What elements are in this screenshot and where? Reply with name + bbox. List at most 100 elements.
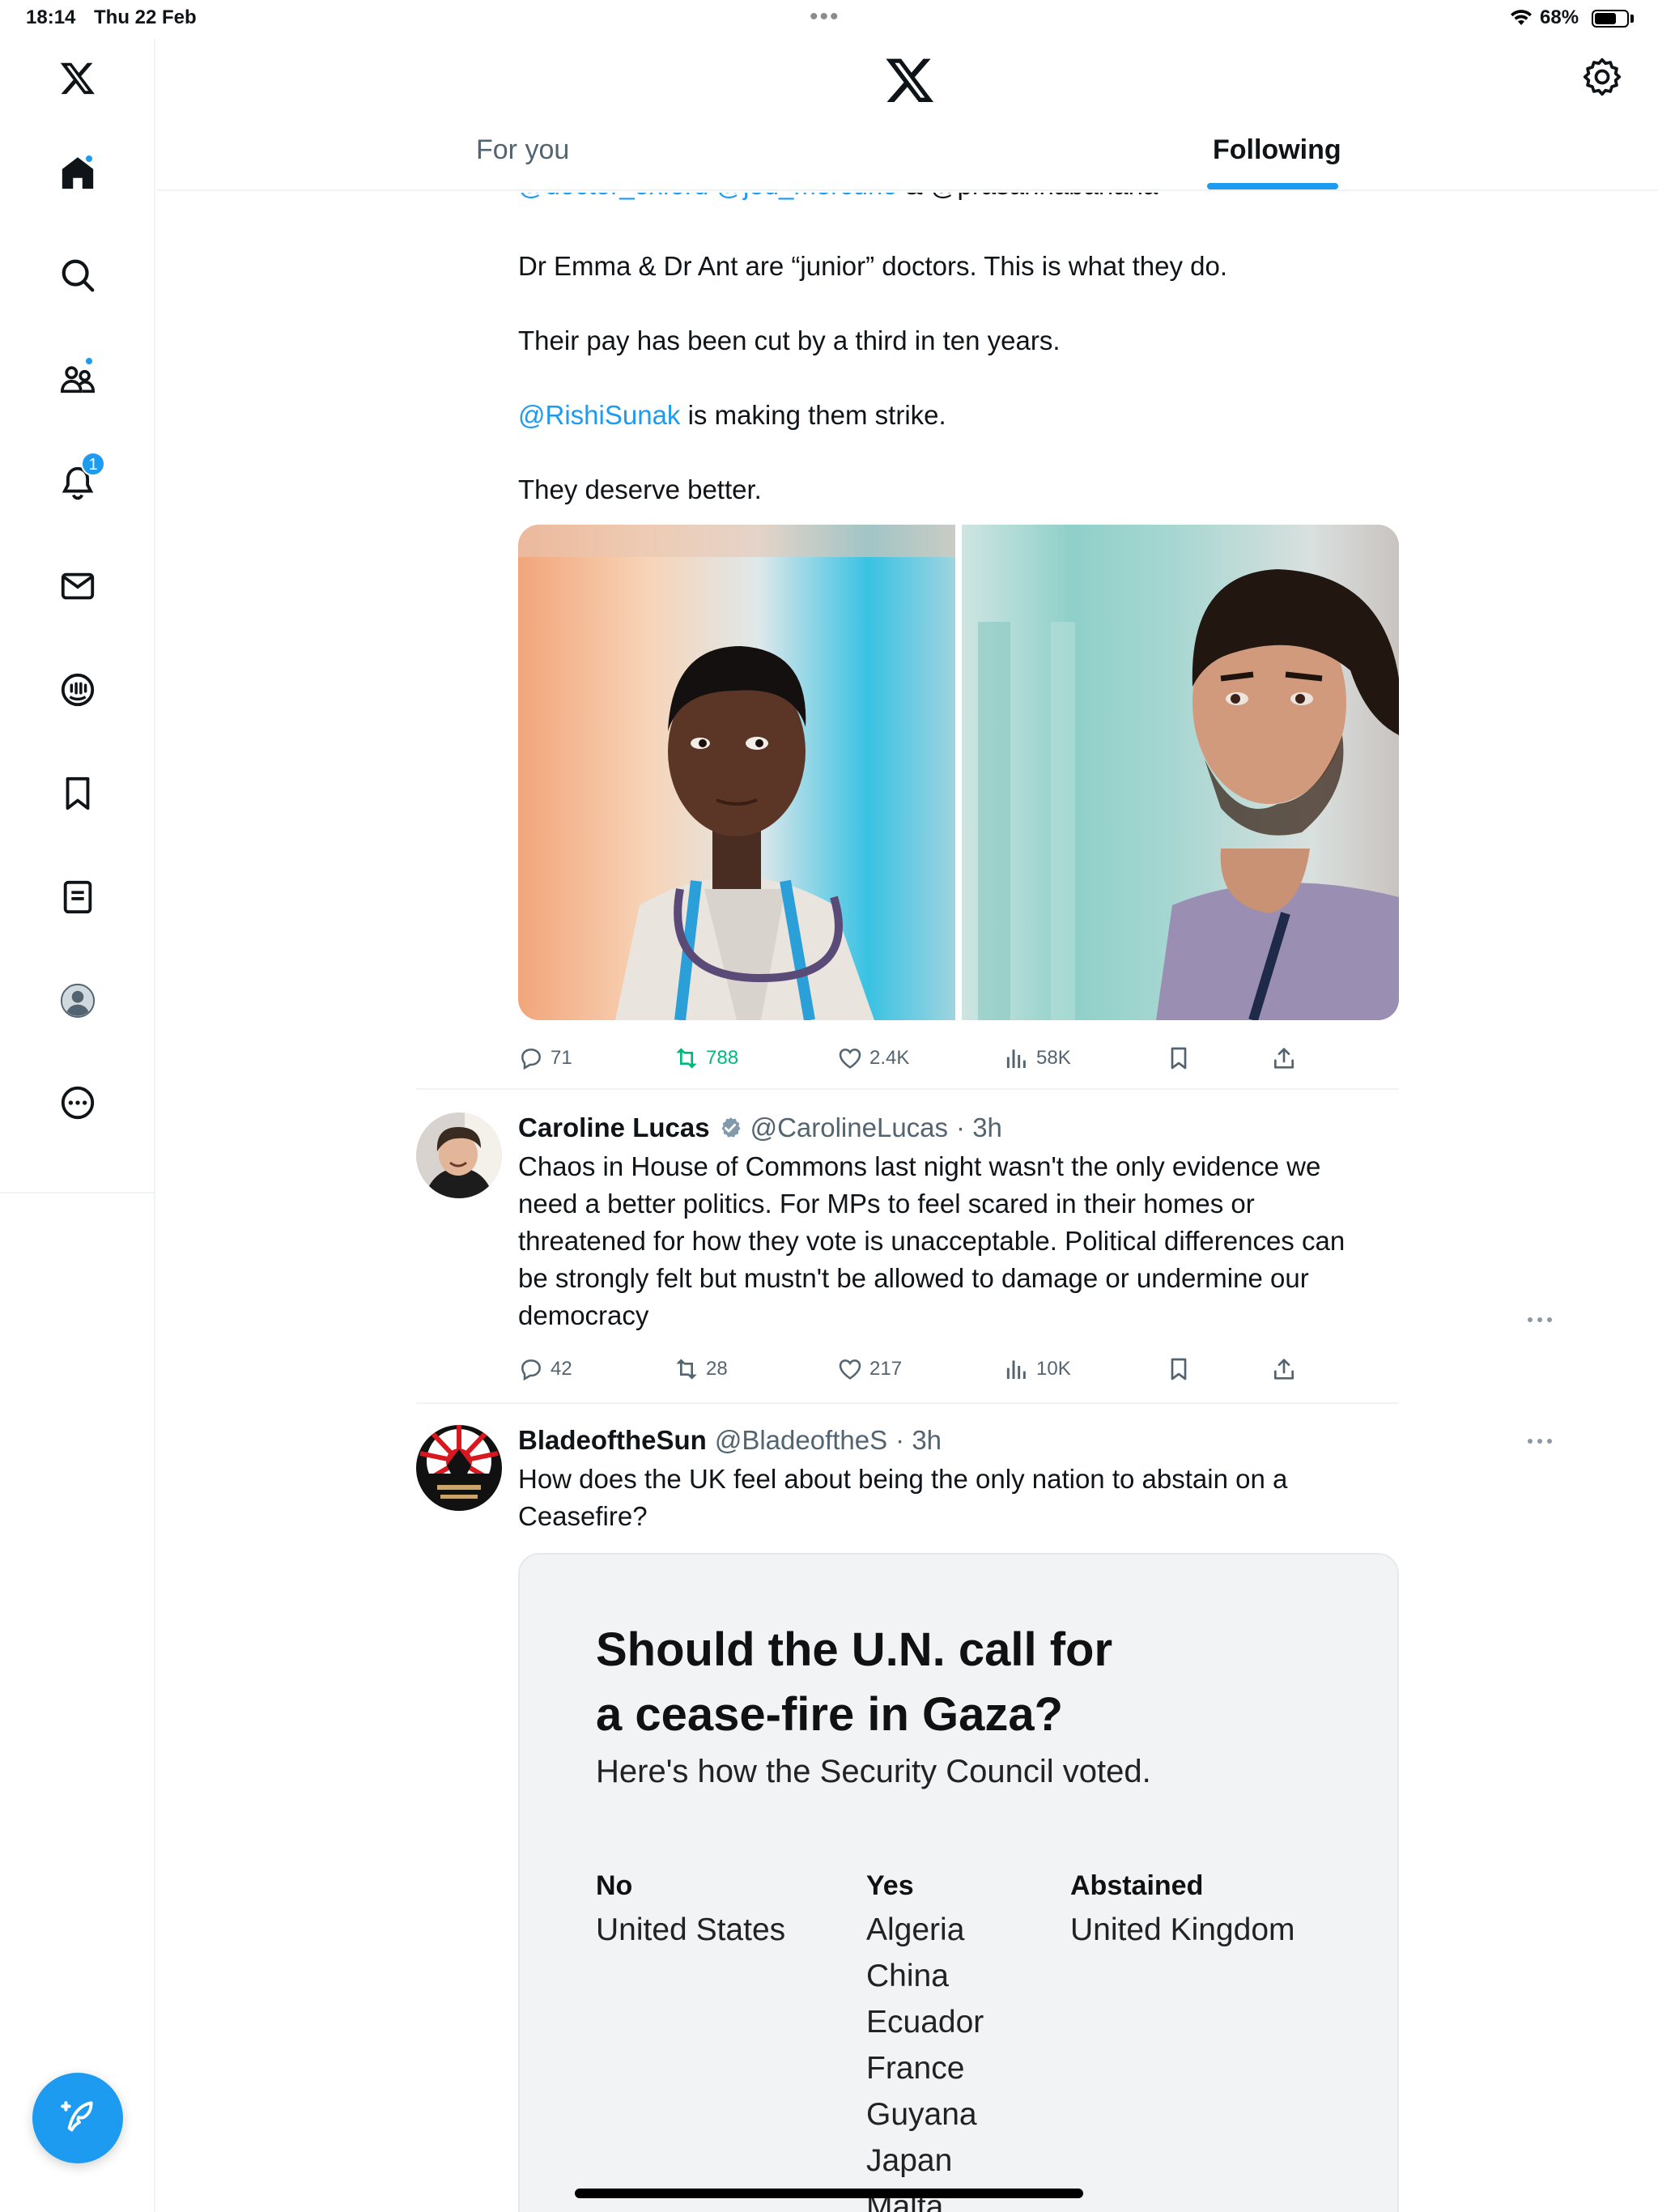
more-options-icon[interactable] (1525, 1312, 1554, 1328)
bookmarks-icon[interactable] (53, 769, 102, 818)
vote-column-yes: Yes Algeria China Ecuador France Guyana … (866, 1870, 984, 2212)
tweet-text-line: How does the UK feel about being the onl… (518, 1464, 1288, 1494)
author-handle[interactable]: @CarolineLucas (750, 1112, 948, 1143)
retweet-count: 28 (706, 1358, 728, 1380)
active-tab-indicator (1207, 183, 1338, 189)
retweet-icon (676, 1048, 697, 1069)
country: Algeria (866, 1912, 965, 1947)
notifications-icon[interactable]: 1 (53, 452, 105, 507)
status-time: 18:14 (26, 6, 76, 28)
view-count: 10K (1036, 1358, 1071, 1380)
author-name[interactable]: Caroline Lucas (518, 1112, 710, 1143)
avatar[interactable] (416, 1112, 502, 1198)
tweet-text-line: democracy (518, 1300, 649, 1330)
card-subtitle: Here's how the Security Council voted. (596, 1754, 1151, 1789)
sidebar-divider (0, 1192, 155, 1193)
card-title: Should the U.N. call for a cease-fire in… (596, 1618, 1112, 1747)
compose-icon (61, 2101, 93, 2132)
profile-icon[interactable] (53, 976, 102, 1025)
multitasking-dots-icon[interactable]: ••• (810, 3, 840, 31)
country: Japan (866, 2143, 953, 2178)
home-icon[interactable] (53, 149, 102, 198)
reply-button[interactable]: 42 (518, 1351, 572, 1388)
like-count: 217 (869, 1358, 903, 1380)
mention-link[interactable]: @RishiSunak (518, 400, 680, 430)
like-button[interactable]: 217 (837, 1351, 902, 1388)
tweet-partial-line: @doctor_oxford @jed_mercurio & @prasanna… (518, 193, 1158, 201)
share-icon (1274, 1359, 1294, 1380)
search-icon[interactable] (53, 251, 102, 300)
retweet-count: 788 (706, 1047, 739, 1069)
tweet-text-line: need a better politics. For MPs to feel … (518, 1189, 1255, 1219)
tweet-text-line: be strongly felt but mustn't be allowed … (518, 1263, 1309, 1293)
home-indicator[interactable] (575, 2189, 1083, 2198)
card-title-line: Should the U.N. call for (596, 1623, 1113, 1676)
tweet-text-line: Ceasefire? (518, 1501, 648, 1531)
compose-button[interactable] (32, 2073, 123, 2163)
like-count: 2.4K (869, 1047, 910, 1069)
more-options-icon[interactable] (53, 1078, 102, 1127)
reply-count: 42 (551, 1358, 572, 1380)
notifications-count-badge: 1 (81, 452, 105, 476)
like-button[interactable]: 2.4K (837, 1040, 909, 1077)
tweet-photo[interactable] (962, 525, 1399, 1020)
column-heading: Abstained (1070, 1870, 1204, 1901)
home-unread-dot (84, 154, 94, 164)
share-button[interactable] (1271, 1351, 1297, 1388)
bookmark-icon (1171, 1358, 1187, 1380)
bookmark-button[interactable] (1166, 1351, 1192, 1388)
reply-count: 71 (551, 1047, 572, 1069)
tweet-text-line: Chaos in House of Commons last night was… (518, 1151, 1321, 1181)
country: France (866, 2051, 965, 2086)
mention-links[interactable]: @doctor_oxford @jed_mercurio (518, 193, 898, 200)
tweet-header: Caroline Lucas @CarolineLucas · 3h (518, 1109, 1002, 1146)
retweet-button[interactable]: 788 (674, 1040, 738, 1077)
communities-icon[interactable] (53, 355, 102, 403)
battery-icon (1592, 10, 1629, 28)
share-button[interactable] (1271, 1040, 1297, 1077)
tweet-text-line: Their pay has been cut by a third in ten… (518, 325, 1061, 355)
status-bar: 18:14 Thu 22 Feb ••• 68% (0, 0, 1658, 39)
status-date: Thu 22 Feb (94, 6, 197, 28)
x-logo-icon[interactable] (53, 53, 102, 102)
views-chart-icon (1006, 1049, 1026, 1068)
messages-icon[interactable] (53, 562, 102, 610)
communities-unread-dot (84, 356, 94, 366)
country: United Kingdom (1070, 1912, 1295, 1947)
tweet-image-card[interactable]: Should the U.N. call for a cease-fire in… (518, 1553, 1399, 2212)
author-handle[interactable]: @BladeoftheS (715, 1425, 887, 1456)
battery-tip (1630, 15, 1634, 23)
heart-icon (839, 1359, 861, 1380)
tweet-text-line: Dr Emma & Dr Ant are “junior” doctors. T… (518, 251, 1228, 281)
tweet-text-line: threatened for how they vote is unaccept… (518, 1226, 1346, 1256)
tab-for-you[interactable]: For you (476, 134, 569, 166)
share-icon (1274, 1048, 1294, 1069)
bookmark-button[interactable] (1166, 1040, 1192, 1077)
battery-percent: 68% (1540, 6, 1579, 28)
lists-icon[interactable] (53, 873, 102, 921)
author-name[interactable]: BladeoftheSun (518, 1425, 707, 1456)
reply-button[interactable]: 71 (518, 1040, 572, 1077)
verified-badge-icon (721, 1117, 741, 1138)
tweet-timestamp[interactable]: · 3h (895, 1425, 942, 1456)
timeline-feed: @doctor_oxford @jed_mercurio & @prasanna… (157, 193, 1658, 2212)
bookmark-icon (1171, 1047, 1187, 1070)
reply-icon (521, 1049, 541, 1070)
wifi-icon (1511, 10, 1532, 25)
tweet-media[interactable] (518, 525, 1399, 1020)
tab-following[interactable]: Following (1213, 134, 1341, 166)
retweet-button[interactable]: 28 (674, 1351, 728, 1388)
tweet-divider (416, 1402, 1399, 1404)
tweet-photo[interactable] (518, 525, 955, 1020)
tweet-text-line: They deserve better. (518, 474, 762, 504)
avatar[interactable] (416, 1425, 502, 1511)
tweet-timestamp[interactable]: · 3h (956, 1112, 1002, 1143)
tweet-text: is making them strike. (687, 400, 946, 430)
tweet-text-line: @RishiSunak is making them strike. (518, 397, 946, 434)
sidebar: 1 (0, 39, 155, 2212)
grok-icon[interactable] (53, 666, 102, 714)
views-button[interactable]: 58K (1004, 1040, 1071, 1077)
views-button[interactable]: 10K (1004, 1351, 1071, 1388)
settings-gear-icon[interactable] (1582, 57, 1622, 97)
more-options-icon[interactable] (1525, 1433, 1554, 1449)
